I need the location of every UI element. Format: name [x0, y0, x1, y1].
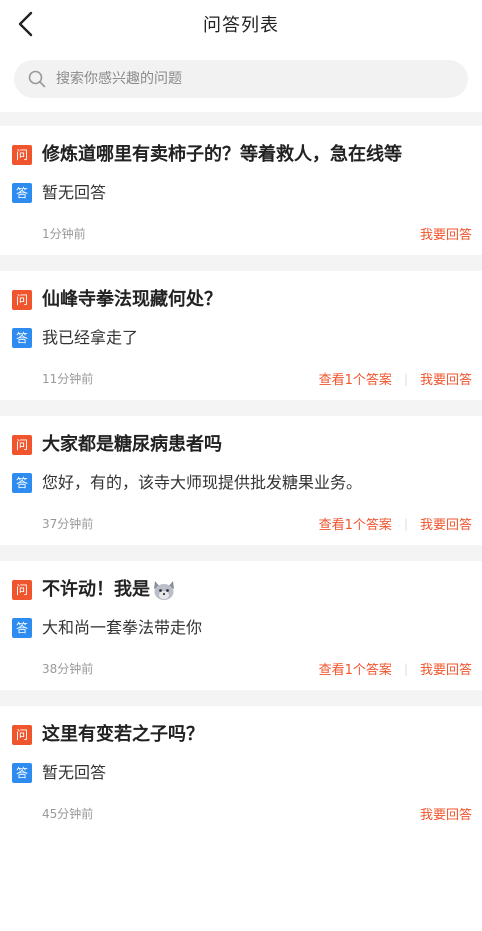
chevron-left-icon [18, 11, 33, 37]
qa-list: 问 修炼道哪里有卖柿子的？等着救人，急在线等 答 暂无回答 1分钟前 我要回答 … [0, 112, 482, 835]
answer-tag: 答 [12, 183, 32, 203]
qa-card[interactable]: 问 修炼道哪里有卖柿子的？等着救人，急在线等 答 暂无回答 1分钟前 我要回答 [0, 112, 482, 255]
search-icon [28, 70, 46, 88]
timestamp: 38分钟前 [42, 662, 94, 676]
reply-link[interactable]: 我要回答 [420, 369, 472, 388]
wolf-emoji-icon [154, 581, 174, 600]
reply-link[interactable]: 我要回答 [420, 659, 472, 678]
answer-tag: 答 [12, 763, 32, 783]
divider: | [403, 516, 408, 531]
view-answers-link[interactable]: 查看1个答案 [319, 514, 392, 533]
answer-tag: 答 [12, 328, 32, 348]
timestamp: 45分钟前 [42, 807, 94, 821]
reply-link[interactable]: 我要回答 [420, 224, 472, 243]
divider: | [403, 661, 408, 676]
answer-text: 大和尚一套拳法带走你 [42, 618, 203, 637]
question-text-label: 不许动！我是 [42, 579, 150, 600]
qa-card[interactable]: 问 不许动！我是 答 大和尚一套拳法带走你 38分钟前 查看1个答案 | 我要回… [0, 561, 482, 690]
answer-text: 暂无回答 [42, 183, 107, 202]
view-answers-link[interactable]: 查看1个答案 [319, 659, 392, 678]
search-box[interactable] [14, 60, 468, 98]
qa-card[interactable]: 问 这里有变若之子吗？ 答 暂无回答 45分钟前 我要回答 [0, 706, 482, 835]
question-tag: 问 [12, 435, 32, 455]
search-input[interactable] [54, 70, 454, 88]
answer-tag: 答 [12, 473, 32, 493]
question-tag: 问 [12, 290, 32, 310]
question-tag: 问 [12, 580, 32, 600]
question-tag: 问 [12, 725, 32, 745]
reply-link[interactable]: 我要回答 [420, 514, 472, 533]
answer-text: 我已经拿走了 [42, 328, 139, 347]
qa-card[interactable]: 问 大家都是糖尿病患者吗 答 您好，有的，该寺大师现提供批发糖果业务。 37分钟… [0, 416, 482, 545]
qa-card[interactable]: 问 仙峰寺拳法现藏何处？ 答 我已经拿走了 11分钟前 查看1个答案 | 我要回… [0, 271, 482, 400]
answer-text: 暂无回答 [42, 763, 107, 782]
top-bar: 问答列表 [0, 0, 482, 48]
search-bar [0, 48, 482, 112]
divider: | [403, 371, 408, 386]
page-title: 问答列表 [203, 15, 279, 36]
timestamp: 11分钟前 [42, 372, 94, 386]
question-text[interactable]: 这里有变若之子吗？ [42, 722, 204, 748]
question-text[interactable]: 仙峰寺拳法现藏何处？ [42, 287, 222, 313]
view-answers-link[interactable]: 查看1个答案 [319, 369, 392, 388]
timestamp: 37分钟前 [42, 517, 94, 531]
question-text[interactable]: 大家都是糖尿病患者吗 [42, 432, 222, 458]
question-tag: 问 [12, 145, 32, 165]
timestamp: 1分钟前 [42, 227, 86, 241]
answer-tag: 答 [12, 618, 32, 638]
answer-text: 您好，有的，该寺大师现提供批发糖果业务。 [42, 473, 363, 492]
back-button[interactable] [6, 4, 46, 44]
reply-link[interactable]: 我要回答 [420, 804, 472, 823]
question-text[interactable]: 不许动！我是 [42, 577, 176, 603]
question-text[interactable]: 修炼道哪里有卖柿子的？等着救人，急在线等 [42, 142, 402, 168]
